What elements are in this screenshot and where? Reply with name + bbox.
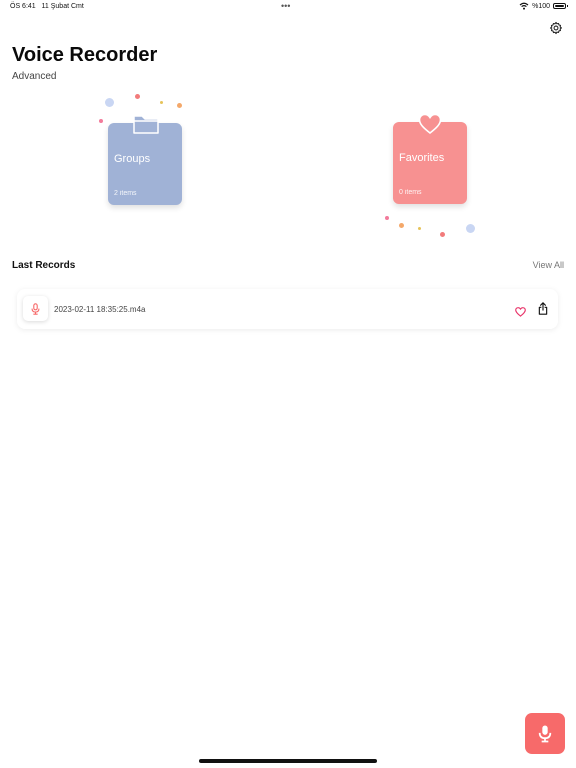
heart-icon (515, 307, 526, 317)
decor-dot (99, 119, 103, 123)
heart-icon (418, 113, 442, 135)
decor-dot (418, 227, 421, 230)
decor-dot (160, 101, 163, 104)
page-title: Voice Recorder (12, 44, 158, 66)
decor-dot (466, 224, 475, 233)
view-all-link[interactable]: View All (533, 260, 564, 270)
battery-icon (553, 3, 568, 9)
battery-percent: %100 (532, 2, 550, 10)
settings-button[interactable] (547, 19, 565, 37)
multitask-dots-icon[interactable]: ••• (281, 1, 290, 11)
microphone-icon (31, 302, 40, 315)
share-button[interactable] (538, 302, 548, 320)
status-right: %100 (519, 2, 568, 10)
decor-dot (135, 94, 140, 99)
favorites-count: 0 items (399, 189, 422, 196)
decor-dot (385, 216, 389, 220)
favorites-label: Favorites (399, 152, 445, 164)
folder-icon (133, 115, 159, 134)
groups-label: Groups (114, 153, 151, 165)
decor-dot (177, 103, 182, 108)
record-thumbnail (23, 296, 48, 321)
groups-count: 2 items (114, 190, 137, 197)
decor-dot (399, 223, 404, 228)
status-bar: ÖS 6:41 11 Şubat Cmt ••• %100 (0, 0, 576, 14)
favorites-card[interactable]: Favorites 0 items (393, 113, 467, 204)
favorite-button[interactable] (515, 304, 526, 322)
page-subtitle: Advanced (12, 71, 57, 82)
status-date: 11 Şubat Cmt (41, 3, 84, 10)
gear-icon (549, 21, 563, 35)
record-button[interactable] (525, 713, 565, 754)
decor-dot (440, 232, 445, 237)
microphone-icon (538, 725, 552, 743)
record-filename: 2023-02-11 18:35:25.m4a (54, 305, 146, 314)
decor-dot (105, 98, 114, 107)
home-indicator (199, 759, 377, 763)
record-row[interactable]: 2023-02-11 18:35:25.m4a (17, 289, 558, 329)
wifi-icon (519, 2, 529, 10)
last-records-title: Last Records (12, 260, 76, 271)
groups-card[interactable]: Groups 2 items (108, 115, 182, 205)
share-icon (538, 302, 548, 315)
status-time: ÖS 6:41 11 Şubat Cmt (10, 3, 84, 10)
status-clock: ÖS 6:41 (10, 3, 36, 10)
